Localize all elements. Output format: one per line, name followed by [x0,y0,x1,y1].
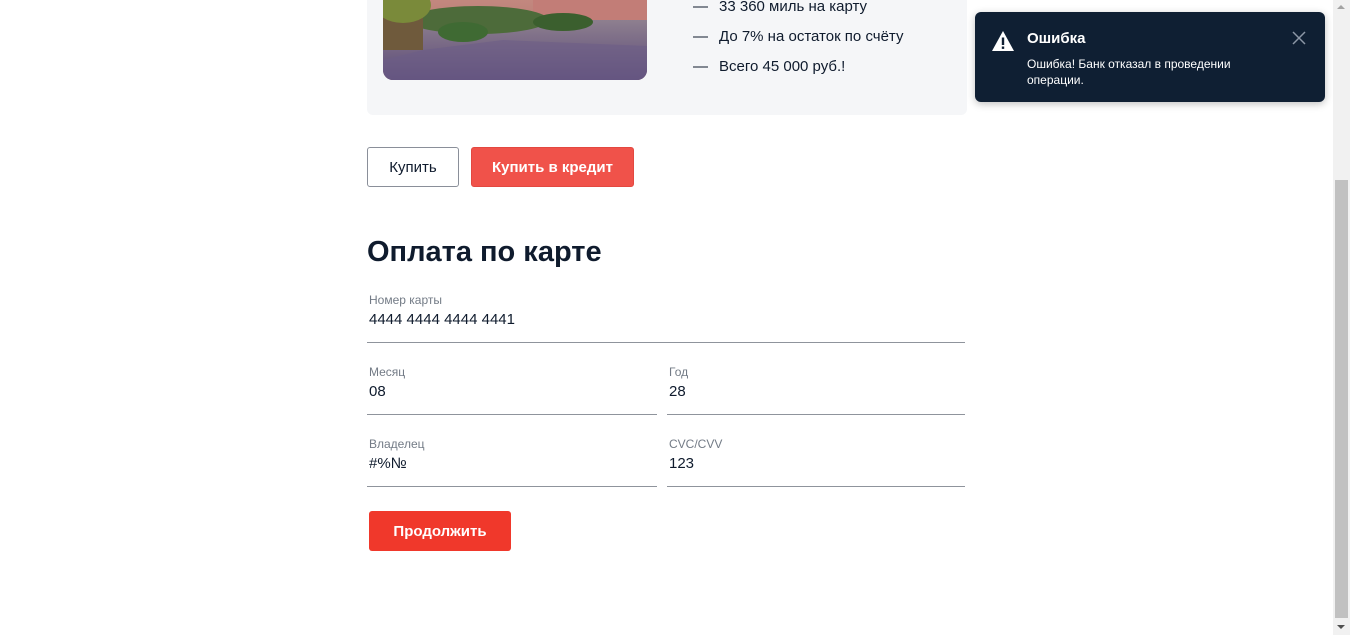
continue-button[interactable]: Продолжить [369,511,511,551]
close-icon[interactable] [1291,30,1307,46]
scrollbar-thumb[interactable] [1335,180,1348,618]
buy-button[interactable]: Купить [367,147,459,187]
warning-icon [991,30,1015,52]
owner-label: Владелец [369,437,425,451]
form-title: Оплата по карте [367,236,602,268]
month-input[interactable] [369,380,655,402]
card-number-input[interactable] [369,308,963,330]
vertical-scrollbar[interactable] [1333,0,1350,635]
feature-item: — 33 360 миль на карту [693,0,903,22]
feature-text: Всего 45 000 руб.! [719,58,846,75]
cvc-label: CVC/CVV [669,437,723,451]
month-label: Месяц [369,365,406,379]
feature-item: — До 7% на остаток по счёту [693,22,903,52]
page: — 33 360 миль на карту — До 7% на остаток … [0,0,1350,635]
buy-on-credit-button[interactable]: Купить в кредит [471,147,634,187]
feature-text: До 7% на остаток по счёту [719,28,904,45]
error-notification: Ошибка Ошибка! Банк отказал в проведении… [975,12,1325,102]
notification-title: Ошибка [1027,30,1086,47]
year-input[interactable] [669,380,963,402]
year-field: Год [667,365,965,415]
feature-item: — Всего 45 000 руб.! [693,52,903,82]
feature-bullet: — [693,0,708,15]
owner-field: Владелец [367,437,657,487]
cvc-input[interactable] [669,452,963,474]
owner-input[interactable] [369,452,655,474]
feature-text: 33 360 миль на карту [719,0,868,15]
feature-bullet: — [693,58,708,75]
feature-bullet: — [693,28,708,45]
scroll-up-icon[interactable] [1337,5,1345,9]
notification-message: Ошибка! Банк отказал в проведении операц… [1027,57,1231,87]
year-label: Год [669,365,689,379]
card-number-label: Номер карты [369,293,442,307]
card-number-field: Номер карты [367,293,965,343]
offer-photo [383,0,647,80]
offer-features: — 33 360 миль на карту — До 7% на остаток … [693,0,903,82]
month-field: Месяц [367,365,657,415]
scroll-down-icon[interactable] [1337,625,1345,629]
cvc-field: CVC/CVV [667,437,965,487]
